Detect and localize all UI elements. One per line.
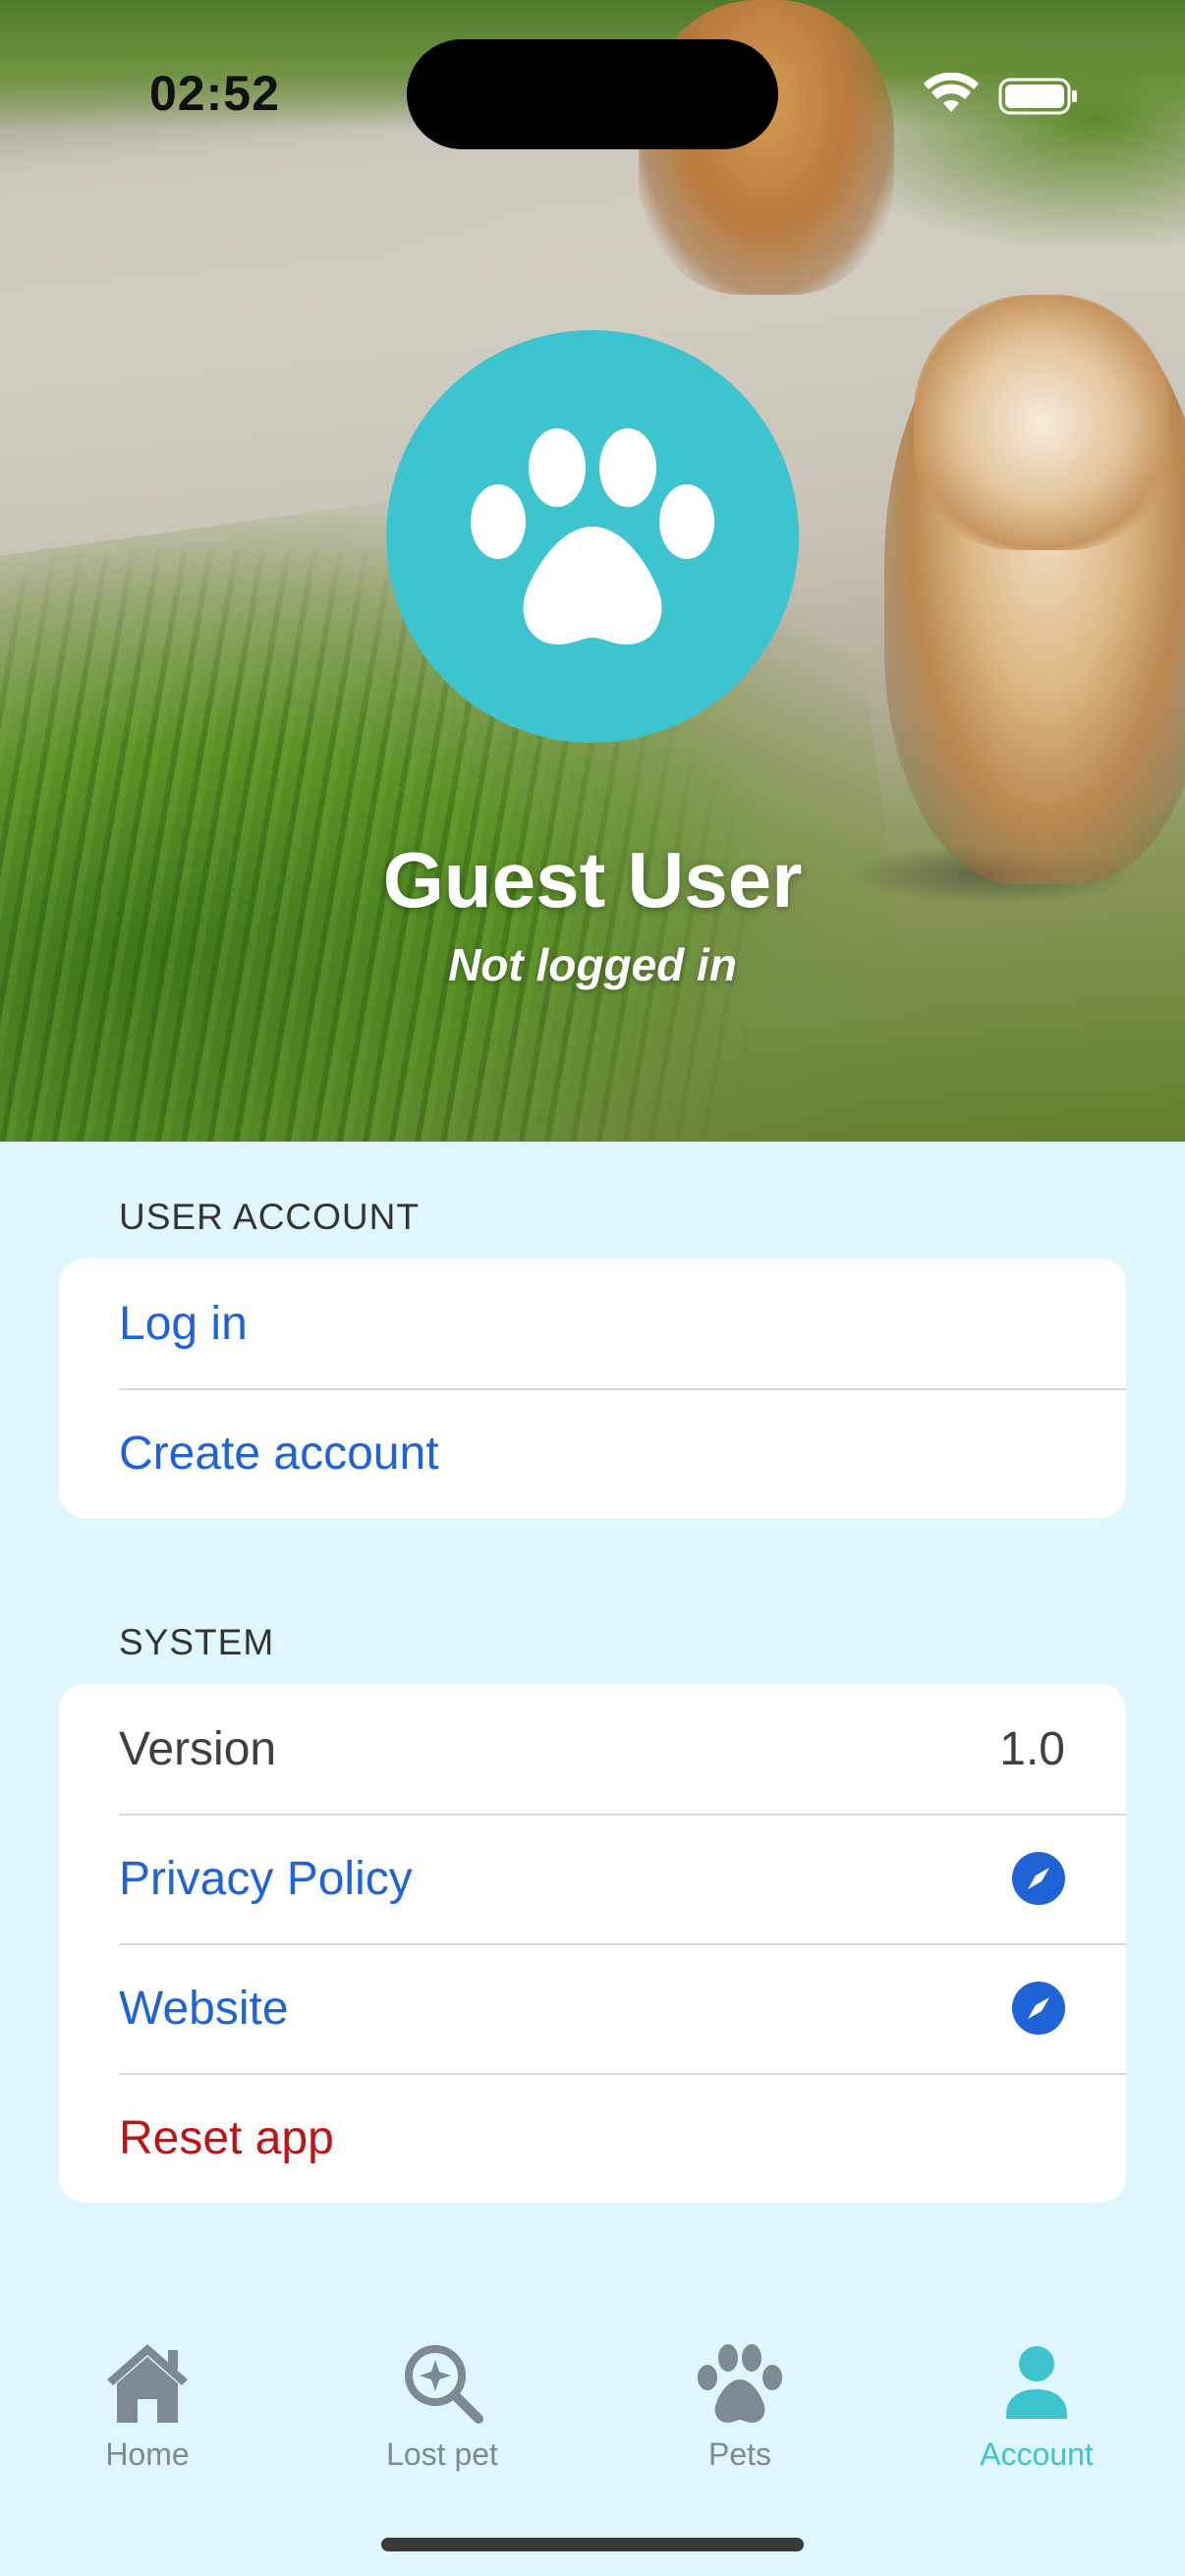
version-label: Version [119, 1722, 277, 1775]
profile-login-status: Not logged in [448, 939, 737, 990]
section-header-user-account: USER ACCOUNT [119, 1197, 420, 1237]
privacy-policy-row[interactable]: Privacy Policy [59, 1814, 1126, 1943]
website-label: Website [119, 1982, 289, 2035]
tab-pets[interactable]: Pets [592, 2338, 887, 2473]
profile-name: Guest User [382, 836, 803, 924]
tab-account-label: Account [980, 2436, 1094, 2472]
section-header-system: SYSTEM [119, 1622, 275, 1662]
compass-icon [1012, 1852, 1065, 1905]
log-in-label: Log in [119, 1297, 248, 1350]
tab-home-label: Home [105, 2436, 190, 2472]
wifi-icon [924, 73, 979, 112]
version-value: 1.0 [999, 1722, 1065, 1775]
house-icon [107, 2344, 188, 2423]
person-icon [1006, 2346, 1067, 2419]
dynamic-island [407, 39, 778, 149]
tab-lost-pet-label: Lost pet [386, 2436, 498, 2472]
home-indicator[interactable] [381, 2538, 804, 2551]
tab-account[interactable]: Account [889, 2338, 1184, 2473]
version-row: Version 1.0 [59, 1684, 1126, 1814]
log-in-row[interactable]: Log in [59, 1259, 1126, 1388]
battery-icon [998, 78, 1077, 115]
tab-lost-pet[interactable]: Lost pet [295, 2338, 590, 2473]
create-account-row[interactable]: Create account [59, 1388, 1126, 1518]
website-row[interactable]: Website [59, 1943, 1126, 2073]
compass-icon [1012, 1982, 1065, 2035]
profile-avatar [386, 330, 799, 743]
system-card: Version 1.0 Privacy Policy Website Reset… [59, 1684, 1126, 2203]
create-account-label: Create account [119, 1427, 439, 1480]
status-bar-time: 02:52 [149, 66, 280, 121]
tab-home[interactable]: Home [0, 2338, 295, 2473]
search-sparkle-icon [405, 2345, 483, 2424]
user-account-card: Log in Create account [59, 1259, 1126, 1518]
reset-app-label: Reset app [119, 2111, 334, 2164]
privacy-policy-label: Privacy Policy [119, 1852, 413, 1905]
tab-pets-label: Pets [707, 2436, 772, 2472]
paw-icon [471, 428, 714, 644]
reset-app-row[interactable]: Reset app [59, 2073, 1126, 2203]
paw-icon [698, 2344, 782, 2423]
